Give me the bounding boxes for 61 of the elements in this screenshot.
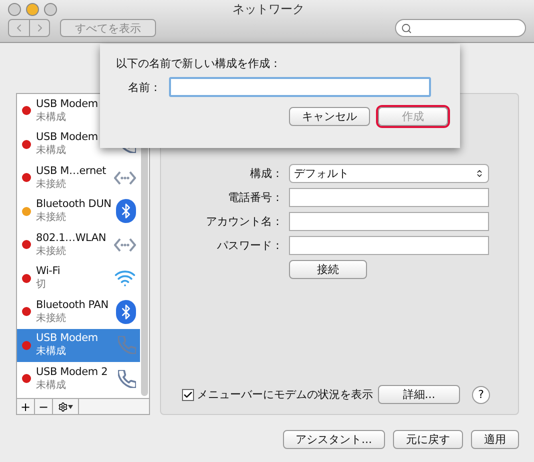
- footer-button[interactable]: 元に戻す: [393, 430, 463, 449]
- bluetooth-icon: [116, 300, 136, 324]
- phone-icon: [118, 370, 136, 388]
- input-field[interactable]: [289, 212, 489, 231]
- service-item[interactable]: Bluetooth PAN 未接続: [17, 295, 140, 328]
- field-label: パスワード：: [216, 238, 283, 253]
- search-icon: [401, 22, 412, 34]
- sheet-prompt: 以下の名前で新しい構成を作成：: [116, 56, 282, 71]
- service-name: USB Modem: [36, 332, 99, 344]
- service-status: 未構成: [36, 144, 67, 158]
- service-status: 未構成: [36, 344, 67, 358]
- advanced-button[interactable]: 詳細...: [378, 385, 460, 404]
- service-status: 未接続: [36, 312, 67, 325]
- service-name: Wi-Fi: [36, 265, 62, 278]
- name-input-field[interactable]: [169, 77, 431, 97]
- ethernet-icon: [114, 170, 136, 185]
- service-name: USB M…ernet: [36, 164, 108, 177]
- service-item[interactable]: USB Modem 2 未構成: [17, 362, 140, 396]
- footer-button[interactable]: アシスタント...: [282, 430, 385, 449]
- input-field[interactable]: [289, 188, 489, 207]
- field-label: 電話番号：: [227, 190, 283, 205]
- field-label: 構成：: [249, 166, 283, 181]
- footer-button[interactable]: 適用: [471, 430, 519, 449]
- field-label: アカウント名：: [205, 214, 283, 229]
- checkbox[interactable]: [182, 388, 194, 400]
- service-name: USB Modem 2: [36, 366, 109, 378]
- window-title: ネットワーク: [232, 0, 306, 18]
- service-item[interactable]: USB Modem 未構成: [17, 328, 140, 362]
- minimize-button[interactable]: [26, 2, 39, 16]
- service-name: USB Modem: [36, 131, 99, 144]
- name-label: 名前：: [128, 80, 161, 94]
- service-name: 802.1…WLAN: [36, 232, 108, 244]
- close-button[interactable]: [8, 2, 21, 16]
- help-button[interactable]: ?: [472, 386, 490, 404]
- service-status: 未構成: [36, 110, 67, 124]
- service-status: 未接続: [36, 178, 67, 191]
- service-status: 未接続: [36, 210, 67, 224]
- input-field[interactable]: [289, 236, 489, 255]
- service-status: 未接続: [36, 244, 67, 258]
- service-name: Bluetooth PAN: [36, 298, 110, 311]
- service-name: Bluetooth DUN: [36, 198, 112, 210]
- service-item[interactable]: USB M…ernet 未接続: [17, 161, 140, 194]
- sheet-button[interactable]: キャンセル: [289, 107, 370, 126]
- service-name: USB Modem: [36, 98, 99, 110]
- phone-icon: [118, 336, 136, 354]
- ethernet-icon: [114, 238, 136, 252]
- service-item[interactable]: 802.1…WLAN 未接続: [17, 228, 140, 262]
- zoom-button[interactable]: [44, 2, 57, 16]
- caret-icon: [68, 404, 73, 408]
- updown-icon: [475, 169, 484, 178]
- search-field[interactable]: [395, 19, 526, 37]
- service-item[interactable]: Bluetooth DUN 未接続: [17, 194, 140, 228]
- bluetooth-icon: [116, 199, 136, 224]
- service-status: 未構成: [36, 378, 67, 392]
- service-item[interactable]: Wi-Fi 切: [17, 262, 140, 295]
- service-status: 切: [36, 278, 47, 292]
- configuration-select[interactable]: デフォルト: [289, 164, 489, 183]
- remove-button[interactable]: −: [35, 399, 53, 414]
- add-button[interactable]: +: [17, 399, 35, 414]
- connect-button[interactable]: 接続: [289, 260, 367, 279]
- gear-icon: [58, 402, 68, 412]
